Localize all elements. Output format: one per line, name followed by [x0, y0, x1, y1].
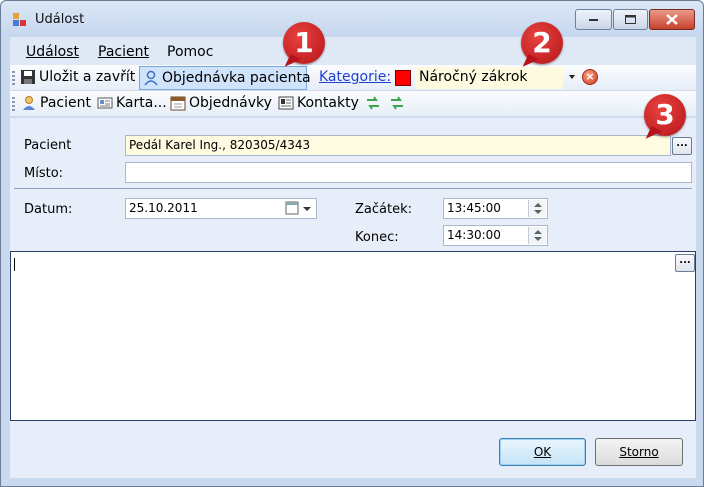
calendar-dropdown-icon[interactable] — [285, 201, 313, 216]
patient-field[interactable]: Pedál Karel Ing., 820305/4343 — [125, 135, 671, 156]
start-time-value: 13:45:00 — [447, 201, 501, 215]
menu-bar: Událost Pacient Pomoc — [10, 37, 696, 65]
sync-button-2[interactable] — [389, 95, 408, 111]
order-patient-label: Objednávka pacienta — [162, 70, 311, 86]
cancel-label: Storno — [619, 445, 659, 459]
menu-udalost-label: Událost — [26, 44, 79, 60]
maximize-icon — [625, 15, 636, 24]
exchange-icon — [391, 96, 403, 110]
callout-badge-2: 2 — [521, 22, 563, 64]
minimize-button[interactable] — [575, 9, 612, 30]
maximize-button[interactable] — [613, 9, 648, 30]
form-separator — [14, 188, 692, 189]
date-picker[interactable]: 25.10.2011 — [125, 198, 317, 219]
toolbar-grip[interactable] — [12, 71, 15, 85]
card-icon — [97, 97, 113, 109]
place-field[interactable] — [125, 162, 692, 183]
menu-pomoc[interactable]: Pomoc — [167, 44, 213, 60]
close-icon — [666, 14, 678, 25]
orders-button-label: Objednávky — [189, 95, 272, 111]
end-time-value: 14:30:00 — [447, 228, 501, 242]
save-close-label: Uložit a zavřít — [39, 69, 136, 85]
place-label: Místo: — [24, 166, 64, 181]
menu-pacient[interactable]: Pacient — [98, 44, 149, 60]
ok-label: OK — [533, 445, 552, 459]
calendar-icon — [170, 96, 186, 111]
person-icon — [144, 70, 158, 86]
toolbar-main: Uložit a zavřít Objednávka pacienta Kate… — [10, 65, 696, 91]
patient-button[interactable]: Pacient — [21, 95, 91, 111]
minimize-icon — [588, 18, 598, 21]
card-button-label: Karta... — [116, 95, 167, 111]
patient-button-label: Pacient — [40, 95, 91, 111]
end-time-spinner[interactable] — [528, 227, 546, 244]
title-bar: Událost — [1, 1, 703, 37]
menu-udalost[interactable]: Událost — [26, 44, 79, 60]
date-value: 25.10.2011 — [129, 201, 198, 215]
contacts-button[interactable]: Kontakty — [278, 95, 359, 111]
orders-button[interactable]: Objednávky — [170, 95, 272, 111]
contacts-icon — [278, 96, 294, 110]
category-dropdown-icon[interactable] — [569, 75, 575, 79]
floppy-icon — [21, 70, 35, 84]
toolbar-grip-2[interactable] — [12, 97, 15, 111]
category-select[interactable]: Náročný zákrok — [415, 67, 563, 89]
patient-browse-button[interactable]: ... — [672, 137, 692, 155]
contacts-button-label: Kontakty — [297, 95, 359, 111]
callout-badge-3: 3 — [644, 94, 686, 136]
sync-button-1[interactable] — [365, 95, 384, 111]
toolbar-patient: Pacient Karta... Objednávky Kontakty — [10, 91, 696, 117]
event-form: Pacient Pedál Karel Ing., 820305/4343 ..… — [10, 118, 696, 478]
start-time-spinner[interactable] — [528, 200, 546, 217]
card-button[interactable]: Karta... — [97, 95, 167, 111]
start-time-field[interactable]: 13:45:00 — [443, 198, 548, 219]
notes-textarea[interactable]: ... — [10, 251, 696, 421]
text-caret — [14, 258, 15, 271]
order-patient-button[interactable]: Objednávka pacienta — [139, 66, 311, 90]
date-label: Datum: — [24, 202, 73, 217]
notes-browse-button[interactable]: ... — [675, 254, 695, 272]
window-title: Událost — [35, 12, 85, 27]
event-window: Událost Událost Pacient Pomoc Uložit a z… — [0, 0, 704, 487]
exchange-icon — [367, 96, 379, 110]
patient-icon — [23, 96, 35, 110]
patient-label: Pacient — [24, 138, 72, 153]
order-patient-content: Objednávka pacienta — [143, 70, 311, 86]
end-label: Konec: — [355, 230, 399, 245]
close-button[interactable] — [649, 9, 695, 30]
category-color-swatch — [395, 70, 411, 86]
app-icon — [13, 13, 26, 26]
category-link[interactable]: Kategorie: — [319, 69, 391, 85]
callout-badge-1: 1 — [283, 22, 325, 64]
start-label: Začátek: — [355, 202, 412, 217]
ok-button[interactable]: OK — [499, 438, 586, 466]
cancel-button[interactable]: Storno — [595, 438, 683, 466]
clear-category-icon[interactable]: × — [582, 69, 598, 85]
end-time-field[interactable]: 14:30:00 — [443, 225, 548, 246]
menu-pacient-label: Pacient — [98, 44, 149, 60]
save-close-button[interactable]: Uložit a zavřít — [20, 69, 135, 85]
